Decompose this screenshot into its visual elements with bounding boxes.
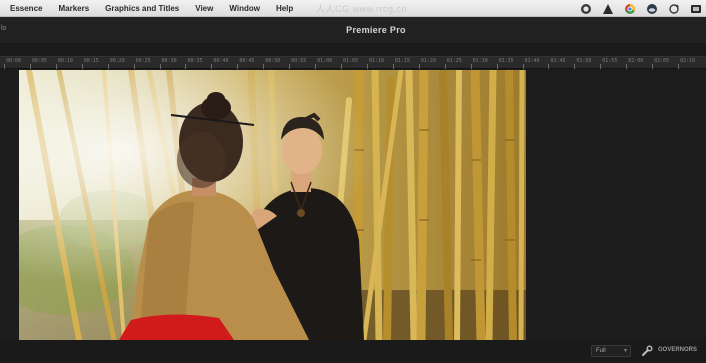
refresh-icon[interactable] — [668, 3, 680, 15]
ruler-label: 02:10 — [680, 58, 696, 64]
monitor-controls: Full ▾ GOVERNORS — [0, 340, 706, 363]
ruler-label: 01:45 — [550, 58, 566, 64]
ruler-label: 00:35 — [187, 58, 203, 64]
menu-items: Essence Markers Graphics and Titles View Win… — [0, 0, 303, 17]
title-bar: lo Premiere Pro — [0, 17, 706, 43]
bottom-label: GOVERNORS — [658, 347, 698, 353]
chrome-icon[interactable] — [624, 3, 636, 15]
ruler-label: 02:05 — [654, 58, 670, 64]
wrench-icon[interactable] — [641, 344, 653, 356]
ruler-label: 01:35 — [498, 58, 514, 64]
fit-dropdown[interactable]: Full ▾ — [591, 345, 631, 357]
app-title: Premiere Pro — [346, 25, 406, 35]
menu-item-window[interactable]: Window — [223, 0, 270, 17]
chevron-down-icon: ▾ — [623, 348, 627, 354]
ruler-label: 01:30 — [472, 58, 488, 64]
ruler-label: 00:45 — [239, 58, 255, 64]
ruler-label: 01:20 — [420, 58, 436, 64]
ruler-label: 00:50 — [265, 58, 281, 64]
ruler-label: 00:20 — [109, 58, 125, 64]
ruler-label: 00:00 — [6, 58, 22, 64]
ruler-label: 01:50 — [576, 58, 592, 64]
ruler-label: 01:55 — [602, 58, 618, 64]
menu-item-essence[interactable]: Essence — [4, 0, 52, 17]
menu-item-help[interactable]: Help — [270, 0, 303, 17]
ruler-label: 01:00 — [317, 58, 333, 64]
ruler-label: 01:10 — [368, 58, 385, 64]
video-still — [19, 70, 526, 340]
ruler-label: 01:40 — [524, 58, 540, 64]
apple-icon[interactable] — [580, 3, 592, 15]
triangle-icon[interactable] — [602, 3, 614, 15]
ruler-label: 00:15 — [83, 58, 99, 64]
fit-value: Full — [596, 348, 606, 354]
status-icons — [580, 0, 702, 17]
menu-bar: Essence Markers Graphics and Titles View Win… — [0, 0, 706, 17]
menu-item-view[interactable]: View — [189, 0, 223, 17]
ruler-label: 00:10 — [57, 58, 73, 64]
cloud-icon[interactable] — [646, 3, 658, 15]
ruler-label: 00:05 — [31, 58, 47, 64]
ruler-label: 01:15 — [394, 58, 410, 64]
ruler-label: 01:25 — [446, 58, 462, 64]
ruler-label: 00:30 — [161, 58, 177, 64]
ruler-label: 00:40 — [213, 58, 229, 64]
time-ruler[interactable]: 00:00 00:05 00:10 00:15 00:20 00:25 00:30 00:35… — [0, 56, 706, 69]
watermark: 人人CG www.rrcg.cn — [316, 4, 408, 14]
ruler-label: 00:25 — [135, 58, 151, 64]
ruler-label: 01:05 — [343, 58, 359, 64]
menu-item-graphics-and-titles[interactable]: Graphics and Titles — [99, 0, 189, 17]
ruler-label: 02:00 — [628, 58, 644, 64]
battery-icon[interactable] — [690, 3, 702, 15]
video-frame[interactable] — [19, 70, 526, 340]
ruler-label: 00:55 — [291, 58, 307, 64]
menu-item-markers[interactable]: Markers — [52, 0, 99, 17]
